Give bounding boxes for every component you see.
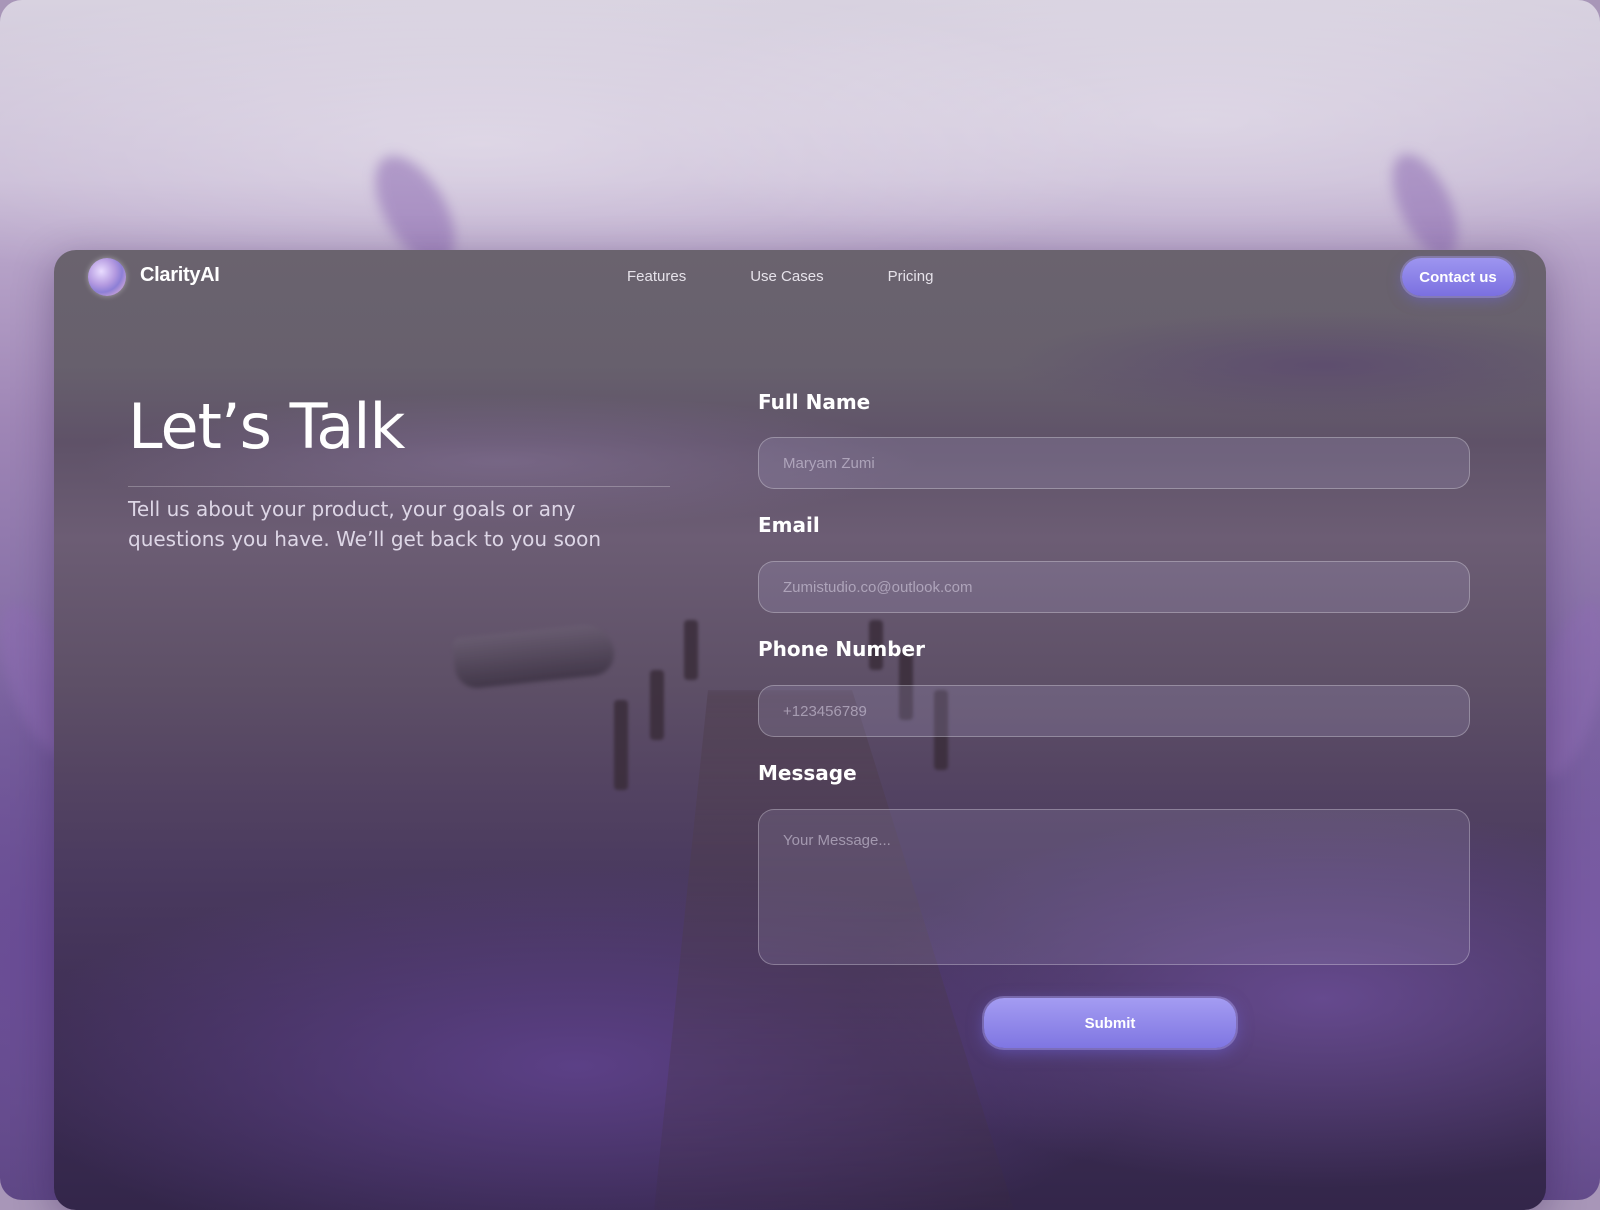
lavender-stalk (1379, 144, 1471, 266)
title-divider (128, 486, 670, 487)
email-input[interactable] (758, 561, 1470, 613)
message-textarea[interactable] (758, 809, 1470, 965)
nav-link-pricing[interactable]: Pricing (888, 268, 934, 285)
nav-links: Features Use Cases Pricing (627, 268, 997, 285)
phone-input[interactable] (758, 685, 1470, 737)
page-title: Let’s Talk (128, 390, 405, 463)
dock-post (650, 670, 664, 740)
brand-name[interactable]: ClarityAI (140, 264, 220, 287)
page-subtitle: Tell us about your product, your goals o… (128, 497, 602, 551)
nav-link-features[interactable]: Features (627, 268, 686, 285)
contact-us-button[interactable]: Contact us (1402, 258, 1514, 296)
boat-image (451, 621, 617, 691)
submit-button[interactable]: Submit (984, 998, 1236, 1048)
dock-post (684, 620, 698, 680)
full-name-label: Full Name (758, 390, 871, 414)
contact-card: ClarityAI Features Use Cases Pricing Con… (54, 250, 1546, 1210)
dock-post (614, 700, 628, 790)
logo-icon[interactable] (88, 258, 126, 296)
phone-label: Phone Number (758, 637, 925, 661)
message-label: Message (758, 761, 857, 785)
full-name-input[interactable] (758, 437, 1470, 489)
email-label: Email (758, 513, 820, 537)
nav-link-use-cases[interactable]: Use Cases (750, 268, 823, 285)
top-nav: ClarityAI Features Use Cases Pricing Con… (54, 250, 1546, 314)
